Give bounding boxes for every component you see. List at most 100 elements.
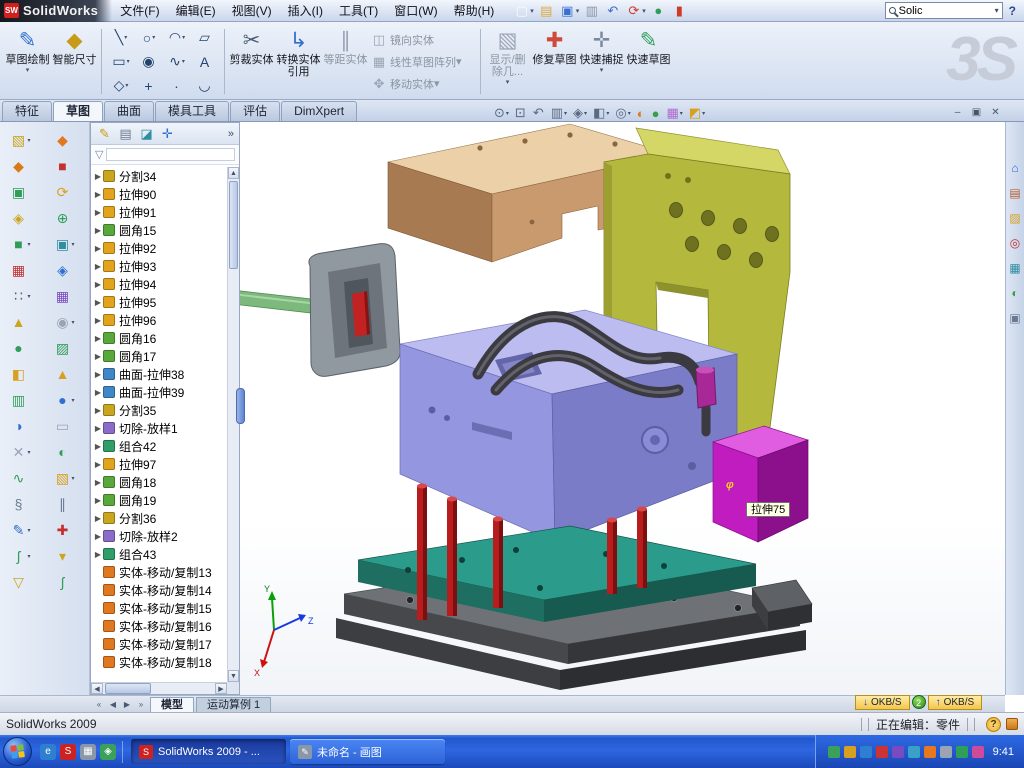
tray-icon[interactable] <box>892 746 904 758</box>
expand-arrow-icon[interactable]: ▶ <box>93 352 103 361</box>
document-window-button[interactable]: ▣ <box>967 105 986 120</box>
tray-icon[interactable] <box>828 746 840 758</box>
menu-item[interactable]: 帮助(H) <box>446 0 503 22</box>
sketch-tool-button[interactable]: · <box>163 74 191 98</box>
feature-tree-item[interactable]: ▶ 分割34 <box>91 167 227 185</box>
toolbar-button[interactable]: ◫ 镜向实体 <box>371 29 475 51</box>
expand-arrow-icon[interactable]: ▶ <box>93 190 103 199</box>
panel-tab-icon[interactable]: ▤ <box>115 126 136 142</box>
feature-tree-item[interactable]: ▶ 拉伸92 <box>91 239 227 257</box>
toolbar-button[interactable]: ▥ <box>10 387 35 413</box>
feature-tree-item[interactable]: ▶ 切除-放样1 <box>91 419 227 437</box>
taskbar-window-button[interactable]: S SolidWorks 2009 - ... <box>131 739 286 764</box>
feature-tree-item[interactable]: ▶ 拉伸90 <box>91 185 227 203</box>
view-tool-button[interactable]: ● <box>650 106 663 121</box>
commandmanager-tab[interactable]: DimXpert <box>281 101 357 121</box>
sketch-tool-button[interactable]: ◇ ▾ <box>107 74 135 98</box>
toolbar-button[interactable]: ✎ ▾ <box>10 517 35 543</box>
toolbar-button[interactable]: ▦ <box>54 283 79 309</box>
tray-icon[interactable] <box>844 746 856 758</box>
feature-tree-item[interactable]: ▶ 分割35 <box>91 401 227 419</box>
model-canvas[interactable]: φ Y Z X <box>240 122 1005 695</box>
tray-icon[interactable] <box>860 746 872 758</box>
document-window-button[interactable]: ✕ <box>986 105 1005 120</box>
feature-tree-item[interactable]: ▶ 拉伸96 <box>91 311 227 329</box>
tab-nav-arrow-icon[interactable]: ◀ <box>106 700 120 709</box>
task-pane-tab-icon[interactable]: ▦ <box>1007 260 1023 276</box>
sketch-tool-button[interactable]: ○ ▾ <box>135 26 163 50</box>
toolbar-button[interactable]: ▲ <box>10 309 35 335</box>
feature-tree-item[interactable]: ▶ 拉伸97 <box>91 455 227 473</box>
toolbar-button[interactable]: ▨ <box>54 335 79 361</box>
toolbar-button[interactable]: ▲ <box>54 361 79 387</box>
view-tool-button[interactable]: ▦ ▾ <box>664 105 684 121</box>
feature-tree-item[interactable]: ▶ 组合43 <box>91 545 227 563</box>
task-pane-tab-icon[interactable]: ▨ <box>1007 210 1023 226</box>
toolbar-button[interactable]: ▧ ▾ <box>10 127 35 153</box>
task-pane-tab-icon[interactable]: ◎ <box>1007 235 1023 251</box>
commandmanager-tab[interactable]: 模具工具 <box>155 101 229 121</box>
start-button[interactable] <box>3 737 32 766</box>
expand-arrow-icon[interactable]: ▶ <box>93 370 103 379</box>
scroll-up-arrow-icon[interactable]: ▲ <box>228 167 239 179</box>
feature-tree-item[interactable]: ▶ 切除-放样2 <box>91 527 227 545</box>
feature-tree-item[interactable]: 实体-移动/复制17 <box>91 635 227 653</box>
expand-arrow-icon[interactable]: ▶ <box>93 424 103 433</box>
feature-tree-item[interactable]: ▶ 圆角15 <box>91 221 227 239</box>
expand-arrow-icon[interactable]: ▶ <box>93 262 103 271</box>
toolbar-button[interactable]: ✕ ▾ <box>10 439 35 465</box>
part-magenta-fitting[interactable] <box>696 367 716 409</box>
scrollbar-thumb[interactable] <box>105 683 151 694</box>
toolbar-button[interactable]: ▾ <box>54 543 79 569</box>
toolbar-button[interactable]: ◆ <box>54 127 79 153</box>
toolbar-button[interactable]: ● <box>10 335 35 361</box>
toolbar-button[interactable]: ∷ ▾ <box>10 283 35 309</box>
toolbar-button[interactable]: ◐ <box>54 439 79 465</box>
feature-tree-item[interactable]: ▶ 曲面-拉伸38 <box>91 365 227 383</box>
expand-arrow-icon[interactable]: ▶ <box>93 406 103 415</box>
taskbar-window-button[interactable]: ✎ 未命名 - 画图 <box>290 739 445 764</box>
feature-tree-item[interactable]: ▶ 曲面-拉伸39 <box>91 383 227 401</box>
expand-arrow-icon[interactable]: ▶ <box>93 460 103 469</box>
commandmanager-tab[interactable]: 评估 <box>230 101 280 121</box>
view-tool-button[interactable]: ↶ <box>531 105 547 121</box>
toolbar-button[interactable]: ✂ 剪裁实体 <box>228 25 275 98</box>
feature-tree-item[interactable]: ▶ 圆角16 <box>91 329 227 347</box>
task-pane-tab-icon[interactable]: ◐ <box>1007 285 1023 301</box>
menu-item[interactable]: 插入(I) <box>280 0 331 22</box>
expand-arrow-icon[interactable]: ▶ <box>93 298 103 307</box>
feature-tree-item[interactable]: 实体-移动/复制18 <box>91 653 227 671</box>
sketch-tool-button[interactable]: ▱ <box>191 26 219 50</box>
sketch-tool-button[interactable]: ◡ <box>191 74 219 98</box>
toolbar-button[interactable]: ✎ 快速草图 <box>625 25 672 98</box>
panel-splitter-handle[interactable] <box>236 388 245 424</box>
feature-tree-item[interactable]: ▶ 拉伸93 <box>91 257 227 275</box>
tree-vertical-scrollbar[interactable]: ▲ ▼ <box>227 167 239 682</box>
sketch-tool-button[interactable]: + <box>135 74 163 98</box>
quick-launch-icon[interactable]: ◈ <box>100 744 116 760</box>
std-toolbar-button[interactable]: ⟳ ▾ <box>624 2 648 19</box>
feature-tree-item[interactable]: ▶ 圆角17 <box>91 347 227 365</box>
expand-arrow-icon[interactable]: ▶ <box>93 172 103 181</box>
toolbar-button[interactable]: ▦ <box>10 257 35 283</box>
expand-arrow-icon[interactable]: ▶ <box>93 334 103 343</box>
std-toolbar-button[interactable]: ▮ <box>670 2 690 19</box>
toolbar-button[interactable]: ✚ 修复草图 <box>531 25 578 98</box>
toolbar-button[interactable]: ■ ▾ <box>10 231 35 257</box>
tab-nav-arrow-icon[interactable]: « <box>92 700 106 709</box>
view-tool-button[interactable]: ◈ ▾ <box>571 105 589 121</box>
tray-badge[interactable]: 2 <box>912 695 926 709</box>
feature-tree-item[interactable]: 实体-移动/复制13 <box>91 563 227 581</box>
feature-tree-item[interactable]: ▶ 拉伸95 <box>91 293 227 311</box>
sketch-tool-button[interactable]: ╲ ▾ <box>107 26 135 50</box>
task-pane-tab-icon[interactable]: ⌂ <box>1007 160 1023 176</box>
expand-arrow-icon[interactable]: ▶ <box>93 388 103 397</box>
view-tool-button[interactable]: ◐ <box>635 106 648 121</box>
toolbar-button[interactable]: ◧ <box>10 361 35 387</box>
sketch-tool-button[interactable]: ◉ <box>135 50 163 74</box>
menu-item[interactable]: 编辑(E) <box>168 0 224 22</box>
feature-tree-item[interactable]: ▶ 分割36 <box>91 509 227 527</box>
toolbar-button[interactable]: ● ▾ <box>54 387 79 413</box>
feature-tree-item[interactable]: ▶ 圆角19 <box>91 491 227 509</box>
view-tool-button[interactable]: ▥ ▾ <box>549 105 569 121</box>
